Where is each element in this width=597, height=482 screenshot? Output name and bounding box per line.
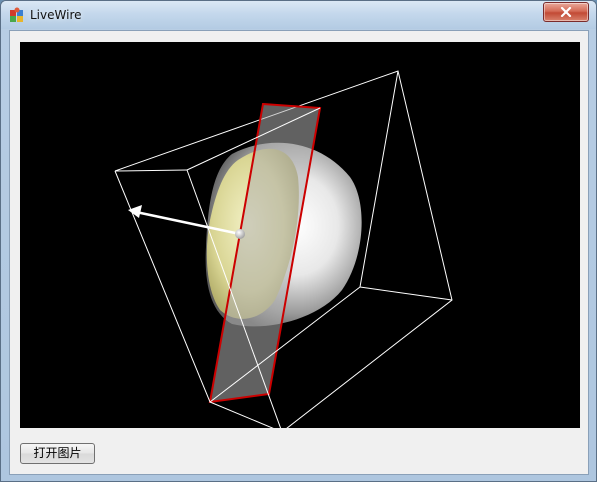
livewire-window: LiveWire 打开图片 [0, 0, 597, 482]
client-area: 打开图片 [9, 30, 589, 475]
render-viewport[interactable] [20, 42, 580, 428]
close-icon [560, 7, 572, 17]
open-image-button[interactable]: 打开图片 [20, 443, 95, 464]
close-button[interactable] [543, 2, 589, 22]
volume-scene[interactable] [20, 42, 580, 428]
app-icon [10, 7, 23, 22]
title-bar[interactable]: LiveWire [1, 1, 596, 29]
window-title: LiveWire [30, 8, 82, 22]
plane-center-handle[interactable] [235, 229, 245, 239]
